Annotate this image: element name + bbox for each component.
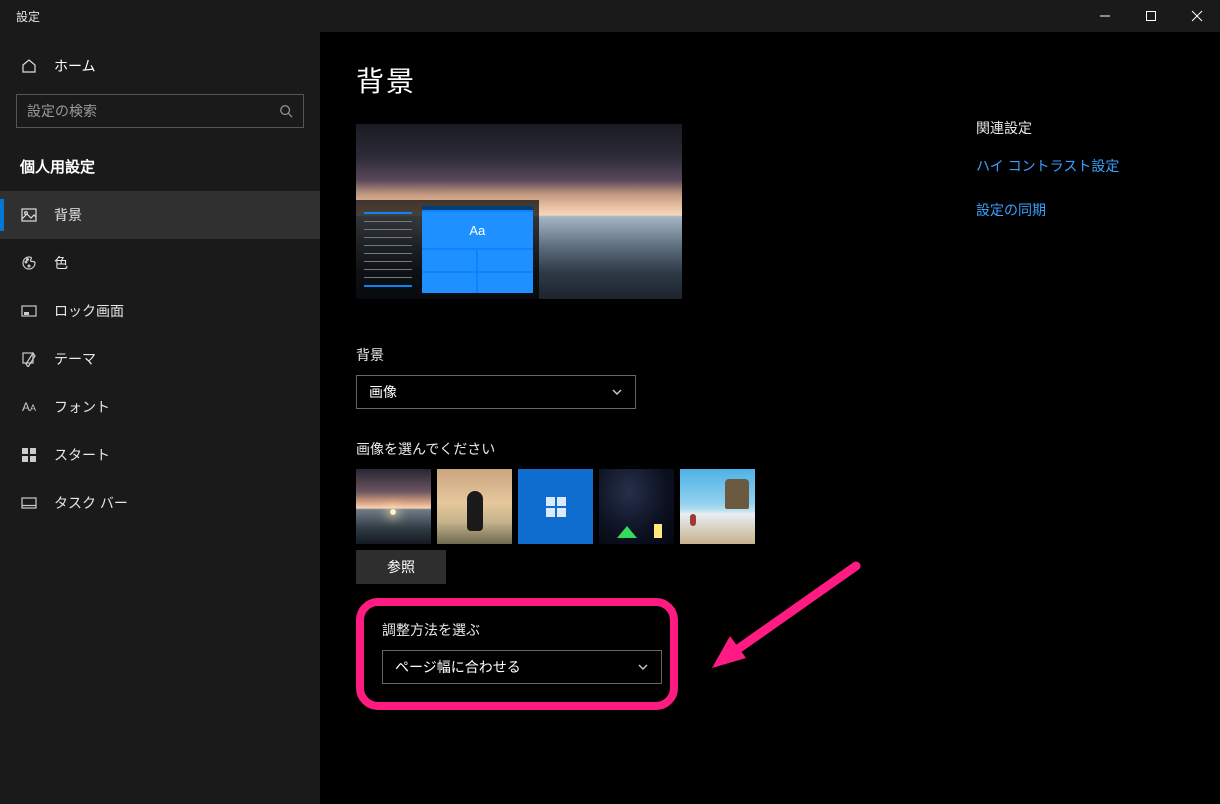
annotation-highlight: 調整方法を選ぶ ページ幅に合わせる (356, 598, 678, 710)
sidebar-item-colors[interactable]: 色 (0, 239, 320, 287)
search-icon (279, 104, 293, 118)
sidebar-nav: 背景 色 ロック画面 テーマ (0, 191, 320, 527)
background-dropdown-label: 背景 (356, 345, 976, 365)
image-thumbnail[interactable] (680, 469, 755, 544)
related-settings: 関連設定 ハイ コントラスト設定 設定の同期 (976, 60, 1216, 244)
maximize-button[interactable] (1128, 0, 1174, 32)
background-type-dropdown[interactable]: 画像 (356, 375, 636, 409)
theme-icon (20, 351, 38, 367)
sidebar-item-taskbar[interactable]: タスク バー (0, 479, 320, 527)
window-controls (1082, 0, 1220, 32)
sidebar-item-background[interactable]: 背景 (0, 191, 320, 239)
preview-overlay: Aa (356, 200, 539, 299)
sidebar-item-label: 背景 (54, 205, 82, 225)
fit-dropdown-label: 調整方法を選ぶ (382, 620, 652, 640)
sidebar: ホーム 設定の検索 個人用設定 背景 色 (0, 32, 320, 804)
sidebar-item-label: テーマ (54, 349, 96, 369)
desktop-preview: Aa (356, 124, 682, 299)
sidebar-item-label: スタート (54, 445, 110, 465)
browse-button-label: 参照 (387, 557, 415, 577)
related-link-sync[interactable]: 設定の同期 (976, 200, 1216, 220)
chevron-down-icon (637, 661, 649, 673)
palette-icon (20, 255, 38, 271)
sidebar-home[interactable]: ホーム (0, 46, 320, 86)
font-icon: AA (20, 400, 38, 414)
image-thumbnail[interactable] (437, 469, 512, 544)
fit-dropdown[interactable]: ページ幅に合わせる (382, 650, 662, 684)
window-title: 設定 (0, 8, 40, 25)
sidebar-item-label: フォント (54, 397, 110, 417)
picture-icon (20, 208, 38, 222)
sidebar-item-start[interactable]: スタート (0, 431, 320, 479)
maximize-icon (1145, 10, 1157, 22)
background-type-value: 画像 (369, 382, 397, 402)
sidebar-item-label: 色 (54, 253, 68, 273)
related-link-high-contrast[interactable]: ハイ コントラスト設定 (976, 156, 1216, 176)
image-thumbnail[interactable] (599, 469, 674, 544)
sidebar-item-label: ロック画面 (54, 301, 124, 321)
image-thumbnail[interactable] (356, 469, 431, 544)
search-input[interactable]: 設定の検索 (16, 94, 304, 128)
close-icon (1191, 10, 1203, 22)
sidebar-item-themes[interactable]: テーマ (0, 335, 320, 383)
search-placeholder: 設定の検索 (27, 101, 279, 121)
image-thumbnail[interactable] (518, 469, 593, 544)
preview-sample-text: Aa (422, 212, 533, 248)
annotation-arrow-icon (706, 558, 866, 678)
minimize-button[interactable] (1082, 0, 1128, 32)
minimize-icon (1099, 10, 1111, 22)
home-icon (20, 58, 38, 74)
chevron-down-icon (611, 386, 623, 398)
main-content: 背景 Aa (320, 32, 1220, 804)
sidebar-item-lockscreen[interactable]: ロック画面 (0, 287, 320, 335)
sidebar-home-label: ホーム (54, 56, 96, 76)
sidebar-item-fonts[interactable]: AA フォント (0, 383, 320, 431)
fit-dropdown-value: ページ幅に合わせる (395, 657, 521, 677)
title-bar: 設定 (0, 0, 1220, 32)
sidebar-section-title: 個人用設定 (0, 148, 320, 191)
taskbar-icon (20, 497, 38, 509)
browse-button[interactable]: 参照 (356, 550, 446, 584)
related-title: 関連設定 (976, 118, 1216, 138)
page-title: 背景 (356, 60, 976, 100)
image-thumbnails (356, 469, 976, 544)
close-button[interactable] (1174, 0, 1220, 32)
start-icon (20, 448, 38, 462)
choose-image-label: 画像を選んでください (356, 439, 976, 459)
lock-screen-icon (20, 304, 38, 318)
sidebar-item-label: タスク バー (54, 493, 128, 513)
